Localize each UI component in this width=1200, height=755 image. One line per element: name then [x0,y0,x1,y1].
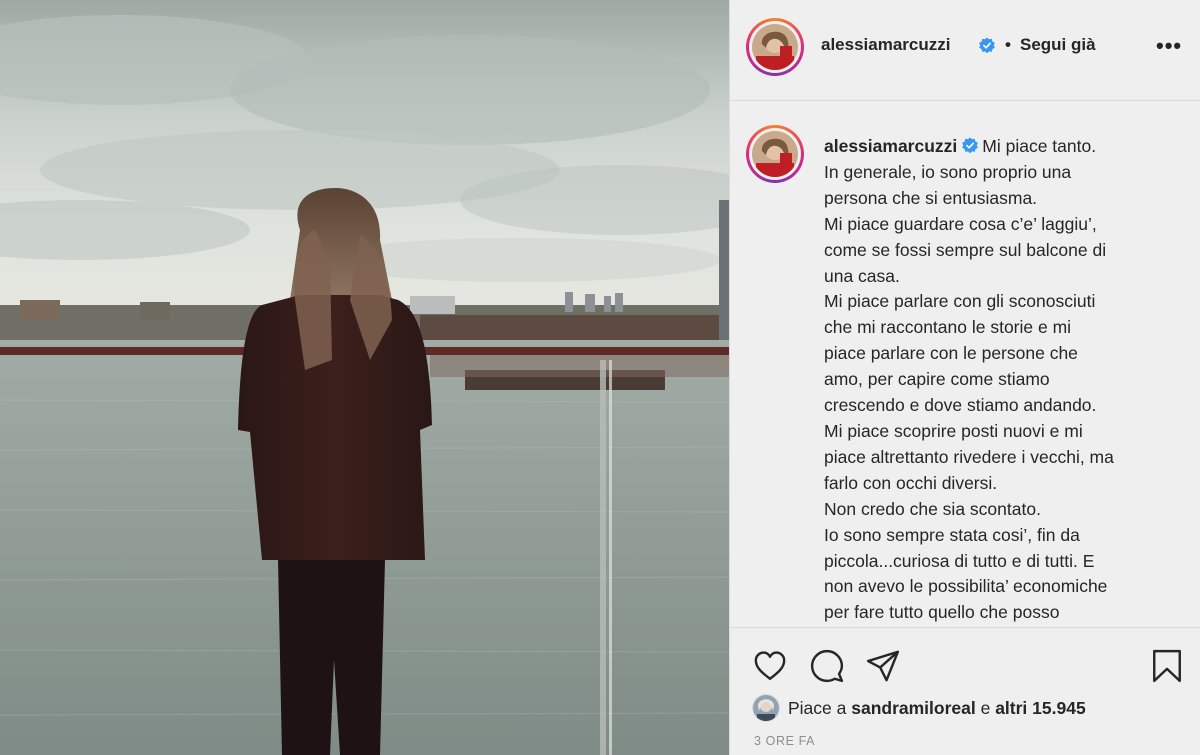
caption-line: Mi piace guardare cosa c’e’ laggiu’, [824,213,1097,234]
likes-summary: Piace a sandramiloreal e altri 15.945 [752,694,1086,722]
following-button[interactable]: Segui già [1020,35,1096,55]
bookmark-icon [1153,649,1181,683]
post-caption: alessiamarcuzzi Mi piace tanto. In genera… [824,134,1184,626]
liker-username[interactable]: sandramiloreal [851,698,976,719]
likes-prefix: Piace a [788,697,852,718]
caption-line: come se fossi sempre sul balcone di [824,239,1107,260]
caption-line: non avevo le possibilita’ economiche [824,576,1108,597]
caption-line: piccola...curiosa di tutto e di tutti. E [824,550,1095,571]
caption-verified-badge-icon [962,137,979,154]
caption-line: Mi piace parlare con gli sconosciuti [824,291,1096,312]
like-button[interactable] [752,648,788,684]
caption-line: In generale, io sono proprio una [824,161,1072,182]
paper-plane-icon [866,650,900,682]
liker-avatar[interactable] [752,694,780,722]
heart-icon [754,651,786,680]
save-button[interactable] [1149,648,1185,684]
share-button[interactable] [865,648,901,684]
post-photo[interactable] [0,0,729,755]
comment-icon [810,649,844,683]
post-side-panel: alessiamarcuzzi • Segui già ••• alessiam… [729,0,1200,755]
likes-count[interactable]: altri 15.945 [995,698,1085,719]
more-options-icon[interactable]: ••• [1156,35,1182,57]
caption-avatar-image [752,131,798,177]
post-photo-image [0,0,729,755]
post-actions-bar: Piace a sandramiloreal e altri 15.945 3 … [730,627,1200,755]
caption-line: amo, per capire come stiamo [824,369,1050,390]
caption-area: alessiamarcuzzi Mi piace tanto. In genera… [730,102,1200,627]
caption-line: Non credo che sia scontato. [824,498,1041,519]
caption-line: persona che si entusiasma. [824,187,1038,208]
caption-line: Mi piace scoprire posti nuovi e mi [824,420,1083,441]
comment-button[interactable] [809,648,845,684]
verified-badge-icon [979,37,995,54]
author-avatar-image [752,24,798,70]
liker-avatar-image [753,695,779,721]
caption-line: piace parlare con le persone che [824,343,1078,364]
post-timestamp[interactable]: 3 ORE FA [754,734,815,748]
caption-line: farlo con occhi diversi. [824,472,998,493]
caption-line: per fare tutto quello che posso [824,602,1060,623]
caption-line: che mi raccontano le storie e mi [824,317,1072,338]
caption-line: crescendo e dove stiamo andando. [824,395,1097,416]
caption-line: piace altrettanto rivedere i vecchi, ma [824,446,1114,467]
follow-separator: • [1005,35,1011,54]
caption-username[interactable]: alessiamarcuzzi [824,136,957,156]
caption-line: Mi piace tanto. [982,136,1097,156]
post-header: alessiamarcuzzi • Segui già ••• [730,0,1200,101]
author-avatar[interactable] [746,18,804,76]
author-username[interactable]: alessiamarcuzzi [821,35,950,55]
caption-author-avatar[interactable] [746,125,804,183]
caption-line: Io sono sempre stata cosi’, fin da [824,524,1080,545]
likes-middle: e [975,697,996,718]
caption-line: una casa. [824,265,900,286]
